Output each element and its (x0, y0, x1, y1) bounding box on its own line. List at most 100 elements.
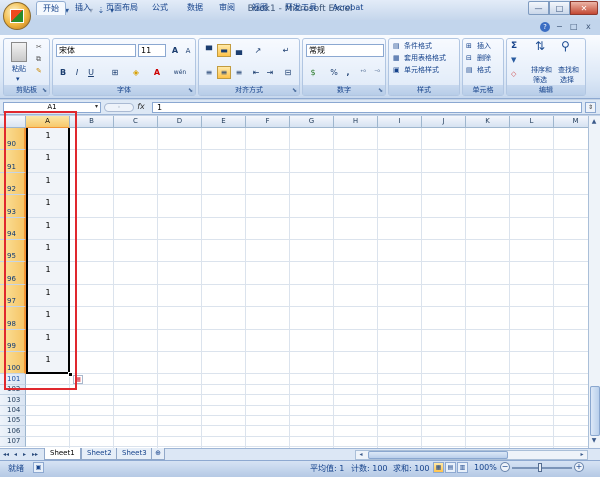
row-header-103[interactable]: 103 (0, 395, 26, 406)
sheet-tab-sheet2[interactable]: Sheet2 (81, 448, 118, 460)
select-label[interactable]: 选择 (560, 75, 574, 85)
minimize-button[interactable]: — (528, 1, 549, 15)
select-all-corner[interactable] (0, 116, 26, 128)
insert-sheet-icon[interactable]: ⊕ (151, 448, 165, 460)
zoom-slider-thumb[interactable] (538, 463, 542, 472)
filter-label[interactable]: 筛选 (533, 75, 547, 85)
cell-a99[interactable]: 1 (26, 333, 70, 342)
row-header-93[interactable]: 93 (0, 195, 26, 218)
row-header-91[interactable]: 91 (0, 150, 26, 173)
cell-a92[interactable]: 1 (26, 176, 70, 185)
office-button[interactable] (3, 2, 31, 30)
zoom-level[interactable]: 100% (474, 463, 497, 472)
increase-decimal-icon[interactable]: ⁺⁰ (356, 66, 370, 79)
wrap-text-icon[interactable]: ↵ (279, 44, 293, 57)
decrease-indent-icon[interactable]: ⇤ (249, 66, 263, 79)
align-bottom-icon[interactable]: ▄ (232, 44, 246, 57)
column-header-i[interactable]: I (378, 116, 422, 128)
first-sheet-icon[interactable]: ◂◂ (3, 450, 11, 459)
autosum-icon[interactable]: Σ (511, 41, 517, 51)
horizontal-scroll-thumb[interactable] (368, 451, 508, 459)
row-header-97[interactable]: 97 (0, 284, 26, 308)
column-header-e[interactable]: E (202, 116, 246, 128)
tab-page-layout[interactable]: 页面布局 (102, 1, 142, 15)
orientation-icon[interactable]: ↗ (251, 44, 265, 57)
percent-style-button[interactable]: % (327, 66, 341, 79)
tab-insert[interactable]: 插入 (70, 1, 96, 15)
zoom-slider[interactable] (512, 467, 572, 469)
scroll-right-icon[interactable]: ▸ (577, 450, 587, 460)
align-center-icon[interactable]: ≡ (217, 66, 231, 79)
cell-a94[interactable]: 1 (26, 221, 70, 230)
borders-icon[interactable]: ⊞ (108, 66, 122, 79)
cell-styles-button[interactable]: 单元格样式 (404, 65, 439, 75)
column-header-b[interactable]: B (70, 116, 114, 128)
help-icon[interactable]: ? (540, 22, 550, 32)
column-header-f[interactable]: F (246, 116, 290, 128)
increase-indent-icon[interactable]: ⇥ (263, 66, 277, 79)
row-header-92[interactable]: 92 (0, 172, 26, 196)
accounting-format-icon[interactable]: $ (306, 66, 320, 79)
find-select-button[interactable]: 查找和 (558, 65, 579, 75)
cell-a96[interactable]: 1 (26, 265, 70, 274)
italic-button[interactable]: I (70, 66, 84, 79)
prev-sheet-icon[interactable]: ◂ (14, 450, 22, 459)
vertical-scroll-thumb[interactable] (590, 386, 600, 436)
underline-button[interactable]: U (84, 66, 98, 79)
zoom-in-button[interactable]: + (574, 462, 584, 472)
alignment-launcher-icon[interactable]: ⬊ (292, 87, 297, 94)
column-header-m[interactable]: M (554, 116, 588, 128)
row-header-95[interactable]: 95 (0, 240, 26, 263)
comma-style-button[interactable]: , (341, 66, 355, 79)
row-header-96[interactable]: 96 (0, 262, 26, 285)
formula-input[interactable]: 1 (152, 102, 582, 113)
fill-color-icon[interactable]: ◈ (129, 66, 143, 79)
row-header-106[interactable]: 106 (0, 426, 26, 437)
decrease-decimal-icon[interactable]: ⁻⁰ (370, 66, 384, 79)
cut-icon[interactable]: ✂ (36, 42, 42, 52)
insert-cells-button[interactable]: 插入 (477, 41, 491, 51)
ribbon-restore-icon[interactable]: □ (570, 22, 578, 31)
tab-acrobat[interactable]: Acrobat (328, 1, 368, 15)
row-header-90[interactable]: 90 (0, 128, 26, 151)
sort-filter-button[interactable]: 排序和 (531, 65, 552, 75)
format-as-table-icon[interactable]: ▦ (393, 53, 400, 63)
tab-developer[interactable]: 开发工具 (282, 1, 320, 15)
paste-button[interactable]: 粘贴 (12, 64, 26, 74)
row-header-101[interactable]: 101 (0, 374, 26, 385)
tab-home[interactable]: 开始 (36, 1, 66, 15)
cell-a90[interactable]: 1 (26, 131, 70, 140)
conditional-format-button[interactable]: 条件格式 (404, 41, 432, 51)
tab-view[interactable]: 视图 (248, 1, 272, 15)
column-header-c[interactable]: C (114, 116, 158, 128)
cell-styles-icon[interactable]: ▣ (393, 65, 400, 75)
format-cells-icon[interactable]: ▤ (466, 65, 473, 75)
font-launcher-icon[interactable]: ⬊ (188, 87, 193, 94)
conditional-format-icon[interactable]: ▤ (393, 41, 400, 51)
macro-record-icon[interactable]: ▣ (33, 462, 44, 473)
number-launcher-icon[interactable]: ⬊ (378, 87, 383, 94)
delete-cells-button[interactable]: 删除 (477, 53, 491, 63)
sheet-tab-sheet1[interactable]: Sheet1 (44, 448, 81, 460)
fill-icon[interactable]: ▼ (511, 55, 516, 65)
zoom-out-button[interactable]: − (500, 462, 510, 472)
tab-data[interactable]: 数据 (183, 1, 207, 15)
row-header-102[interactable]: 102 (0, 384, 26, 396)
merge-center-icon[interactable]: ⊟ (281, 66, 295, 79)
column-header-a[interactable]: A (26, 116, 70, 128)
align-top-icon[interactable]: ▀ (202, 44, 216, 57)
format-cells-button[interactable]: 格式 (477, 65, 491, 75)
cell-a93[interactable]: 1 (26, 198, 70, 207)
grow-font-icon[interactable]: A (168, 44, 182, 57)
last-sheet-icon[interactable]: ▸▸ (32, 450, 40, 459)
cell-a95[interactable]: 1 (26, 243, 70, 252)
sheet-tab-sheet3[interactable]: Sheet3 (116, 448, 153, 460)
row-header-99[interactable]: 99 (0, 329, 26, 352)
ribbon-close-icon[interactable]: x (586, 22, 591, 31)
clear-icon[interactable]: ◇ (511, 69, 516, 79)
ribbon-minimize-icon[interactable]: − (556, 22, 563, 31)
cell-a91[interactable]: 1 (26, 153, 70, 162)
scroll-up-icon[interactable]: ▲ (589, 117, 599, 127)
format-as-table-button[interactable]: 套用表格格式 (404, 53, 446, 63)
phonetic-icon[interactable]: wén (173, 66, 187, 79)
